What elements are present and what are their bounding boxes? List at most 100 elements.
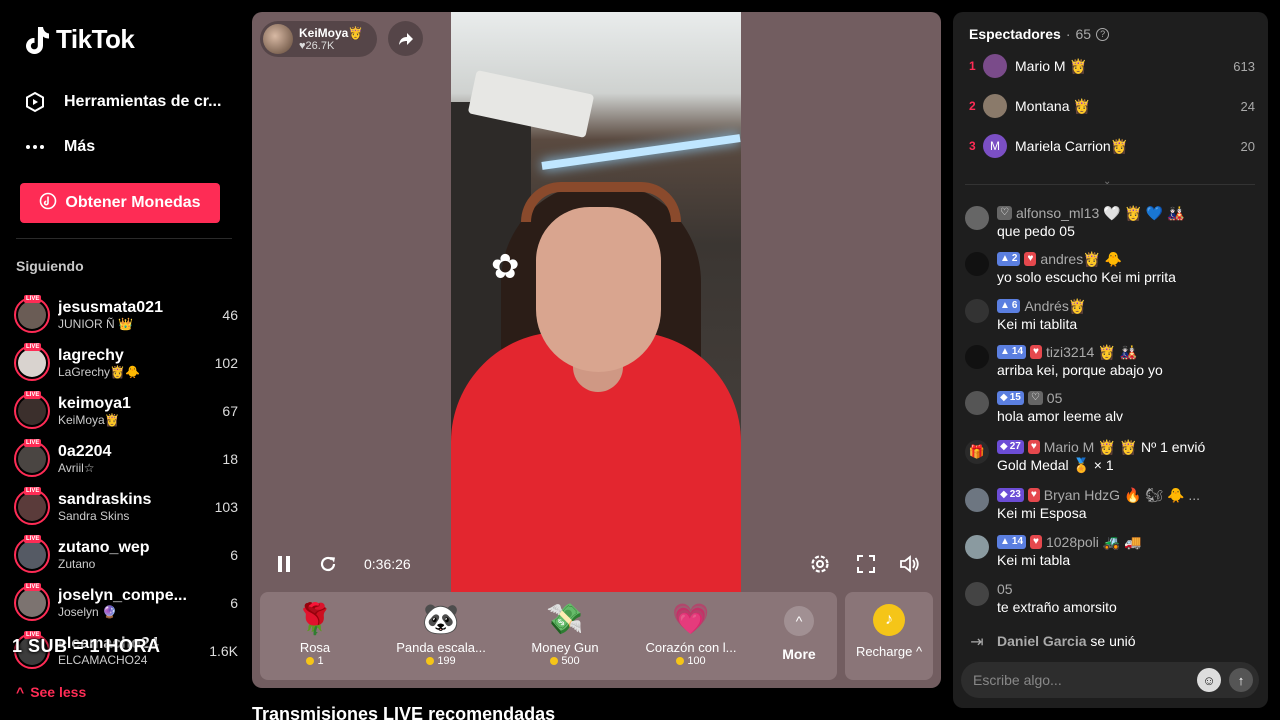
gift-price-row: 100 [636,655,746,667]
chat-body: Daniel Garcia se unió [997,632,1136,650]
help-icon[interactable]: ? [1096,27,1110,41]
following-list: LIVE jesusmata021 JUNIOR Ñ 👑 46 LIVE lagr… [14,291,238,675]
live-badge: LIVE [24,343,42,351]
nav-creator-tools[interactable]: Herramientas de cr... [24,91,221,113]
chat-body: ♡ alfonso_ml13 🤍 👸 💙 🎎 que pedo 05 [997,204,1185,240]
nav-creator-tools-label: Herramientas de cr... [64,93,222,110]
chevron-up-icon: ^ [915,644,923,659]
chat-header: ◆ 23 ♥ Bryan HdzG 🔥 🐿 🐥 ... [997,486,1200,504]
following-item[interactable]: LIVE zutano_wep Zutano 6 [14,531,238,579]
gift-item[interactable]: 💸 Money Gun 500 [510,600,620,676]
chat-user: Andrés👸 [1024,298,1087,314]
rose-icon: 🌹 [296,603,334,636]
chat-body: 05 te extraño amorsito [997,580,1117,616]
chat-header: 05 [997,580,1117,598]
chat-user-extra: 👸 👸 Nº 1 envió [1098,439,1206,455]
pause-button[interactable] [274,552,294,576]
fullscreen-button[interactable] [854,552,878,576]
following-item[interactable]: LIVE 0a2204 Avriil☆ 18 [14,435,238,483]
chevron-down-icon[interactable]: ⌄ [1103,176,1111,187]
volume-button[interactable] [898,552,922,576]
chat-user: Mario M [1043,439,1095,455]
chat-user: tizi3214 [1045,344,1095,360]
viewer-name: Mario M 👸 [1015,57,1087,74]
top-viewer[interactable]: 3 M Mariela Carrion👸 20 [969,132,1255,160]
refresh-icon [320,556,336,572]
live-badge: LIVE [24,535,42,543]
level-badge-value: 14 [1011,346,1024,357]
chat-message[interactable]: ◆ 23 ♥ Bryan HdzG 🔥 🐿 🐥 ... Kei mi Esposa [965,486,1260,522]
sidebar-divider [16,238,232,239]
chat-user: alfonso_ml13 [1015,205,1100,221]
gift-price: 199 [437,655,456,667]
more-gifts-button[interactable]: ^ More [766,606,832,662]
following-item[interactable]: LIVE lagrechy LaGrechy👸🐥 102 [14,339,238,387]
live-player[interactable]: ✿ KeiMoya👸 ♥26.7K 0:36:26 🌹 Rosa 1 🐼 Pan… [252,12,941,688]
live-badge: LIVE [24,487,42,495]
chat-message[interactable]: ♡ alfonso_ml13 🤍 👸 💙 🎎 que pedo 05 [965,204,1260,240]
gift-price-row: 1 [260,655,370,667]
chat-gift-message[interactable]: 🎁 ◆ 27 ♥ Mario M 👸 👸 Nº 1 envió Gold Medal 🏅… [965,438,1260,474]
chat-user: 1028poli [1045,534,1099,550]
level-badge-value: 14 [1011,536,1024,547]
left-sidebar: TikTok Herramientas de cr... Más Obtener… [0,0,248,720]
viewer-score: 24 [1240,98,1255,114]
nav-more[interactable]: Más [24,136,95,158]
chat-message[interactable]: ▲ 14 ♥ tizi3214 👸 🎎 arriba kei, porque abajo… [965,343,1260,379]
top-viewer[interactable]: 1 Mario M 👸 613 [969,52,1255,80]
comment-input[interactable] [973,672,1189,688]
chat-user: andres👸 🐥 [1040,251,1122,267]
level-badge: ♡ [997,206,1012,220]
viewers-count: 65 [1075,26,1092,42]
chat-message[interactable]: ▲ 6 Andrés👸 Kei mi tablita [965,297,1260,333]
gift-item[interactable]: 🐼 Panda escala... 199 [386,600,496,676]
following-item[interactable]: LIVE sandraskins Sandra Skins 103 [14,483,238,531]
chat-user-extra: 🚜 🚚 [1102,534,1142,550]
gift-item[interactable]: 🌹 Rosa 1 [260,600,370,676]
video-scene [541,134,741,170]
following-name: lagrechy [58,347,124,364]
live-video[interactable]: ✿ [451,12,741,592]
level-badge-value: 27 [1009,441,1021,452]
gift-item[interactable]: 💗 Corazón con l... 100 [636,600,746,676]
host-info[interactable]: KeiMoya👸 ♥26.7K [260,21,378,57]
chat-header: ♡ alfonso_ml13 🤍 👸 💙 🎎 [997,204,1185,222]
following-item[interactable]: LIVE jesusmata021 JUNIOR Ñ 👑 46 [14,291,238,339]
following-sub: JUNIOR Ñ 👑 [58,317,133,331]
live-badge: LIVE [24,295,42,303]
following-viewer-count: 67 [222,403,238,419]
avatar: LIVE [14,535,50,573]
share-button[interactable] [388,21,423,56]
following-name: 0a2204 [58,443,112,460]
send-arrow-icon[interactable]: ↑ [1229,668,1253,692]
avatar [965,252,989,276]
panda-icon: 🐼 [422,603,460,636]
recharge-label: Recharge [855,644,913,659]
following-name: zutano_wep [58,539,150,556]
top-viewer[interactable]: 2 Montana 👸 24 [969,92,1255,120]
see-less-link[interactable]: ^ See less [16,684,86,700]
following-sub: LaGrechy👸🐥 [58,365,140,379]
heart-icon: 💗 [672,603,710,636]
chat-text: te extraño amorsito [997,599,1117,615]
tiktok-logo[interactable]: TikTok [24,24,135,55]
following-item[interactable]: LIVE joselyn_compe... Joselyn 🔮 6 [14,579,238,627]
avatar [965,535,989,559]
recharge-button[interactable]: ♪ Recharge ^ [845,592,933,680]
following-item[interactable]: LIVE keimoya1 KeiMoya👸 67 [14,387,238,435]
following-sub: Zutano [58,557,96,571]
get-coins-button[interactable]: Obtener Monedas [20,183,220,223]
chat-message[interactable]: ▲ 14 ♥ 1028poli 🚜 🚚 Kei mi tabla [965,533,1260,569]
live-badge: LIVE [24,391,42,399]
chat-user-extra: 🤍 👸 💙 🎎 [1103,205,1185,221]
chat-message[interactable]: ◆ 15 ♡ 05 hola amor leeme alv [965,389,1260,425]
level-badge: ▲ 14 [997,345,1027,359]
join-action: se unió [1090,633,1136,649]
settings-button[interactable] [808,552,832,576]
fan-badge: ♥ [1027,488,1040,502]
chat-message[interactable]: 05 te extraño amorsito [965,580,1260,616]
chat-message[interactable]: ▲ 2 ♥ andres👸 🐥 yo solo escucho Kei mi prri… [965,250,1260,286]
refresh-button[interactable] [316,552,340,576]
live-badge: LIVE [24,439,42,447]
emoji-icon[interactable]: ☺ [1197,668,1221,692]
